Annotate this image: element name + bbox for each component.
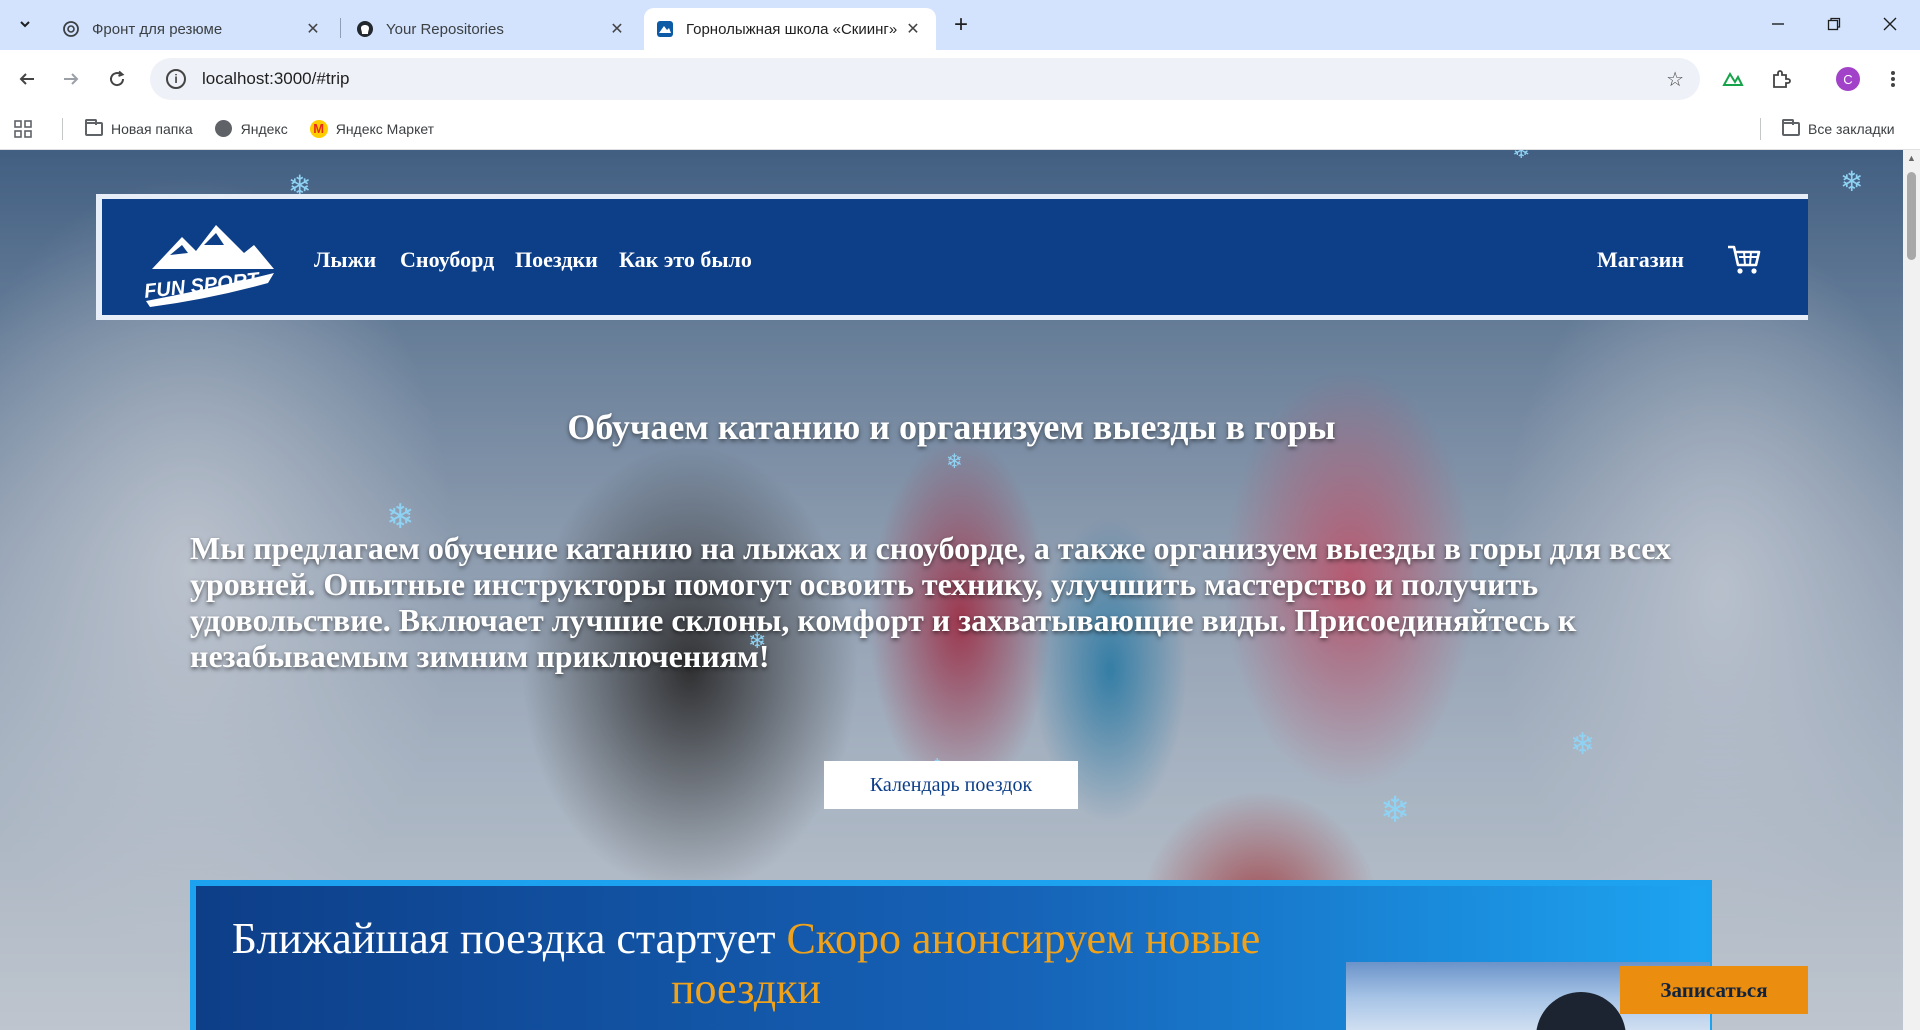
chevron-down-icon <box>20 21 30 28</box>
close-icon <box>1883 17 1897 31</box>
bookmark-yandex[interactable]: Яндекс <box>215 120 288 137</box>
next-trip-card: Ближайшая поездка стартует Скоро анонсир… <box>190 880 1712 1030</box>
apps-icon[interactable] <box>14 119 32 138</box>
bookmarks-separator <box>1760 118 1761 140</box>
snowflake-icon: ❄ <box>1512 150 1531 163</box>
site-info-icon[interactable]: i <box>166 69 186 89</box>
snowflake-icon: ❄ <box>386 498 415 536</box>
page-scrollbar[interactable]: ▲ <box>1903 150 1920 1030</box>
bookmark-label: Яндекс <box>240 120 288 137</box>
helmet-figure <box>1536 992 1626 1030</box>
restore-button[interactable] <box>1806 0 1862 48</box>
reload-icon <box>110 70 125 87</box>
all-bookmarks-label: Все закладки <box>1808 120 1895 137</box>
new-tab-button[interactable]: + <box>946 10 976 40</box>
openai-icon <box>62 20 80 38</box>
next-trip-heading: Ближайшая поездка стартует Скоро анонсир… <box>226 914 1266 1014</box>
browser-toolbar: i localhost:3000/#trip ☆ C <box>0 50 1920 108</box>
tab-search-button[interactable] <box>10 9 40 39</box>
address-bar[interactable]: i localhost:3000/#trip ☆ <box>150 58 1700 100</box>
forward-button[interactable] <box>56 64 86 94</box>
puzzle-icon <box>1773 70 1791 88</box>
trip-calendar-button[interactable]: Календарь поездок <box>824 761 1078 809</box>
vpn-extension-icon <box>1722 72 1744 86</box>
snowflake-icon: ❄ <box>946 451 963 473</box>
minimize-icon <box>1772 23 1784 25</box>
close-tab-icon[interactable]: ✕ <box>302 18 324 40</box>
bookmark-label: Яндекс Маркет <box>335 120 435 137</box>
back-button[interactable] <box>12 64 42 94</box>
folder-icon <box>1782 118 1800 137</box>
tab-repositories[interactable]: Your Repositories ✕ <box>344 8 640 50</box>
hero-title: Обучаем катанию и организуем выезды в го… <box>567 407 1336 447</box>
bookmark-star-icon[interactable]: ☆ <box>1666 67 1684 92</box>
shopping-cart-icon[interactable] <box>1726 241 1762 277</box>
nav-link-ski[interactable]: Лыжи <box>314 247 376 273</box>
tab-resume[interactable]: Фронт для резюме ✕ <box>50 8 336 50</box>
tab-title: Your Repositories <box>386 20 504 38</box>
profile-avatar[interactable]: C <box>1836 67 1860 91</box>
next-trip-label: Ближайшая поездка стартует <box>231 914 776 963</box>
scrollbar-thumb[interactable] <box>1907 172 1916 260</box>
close-tab-icon[interactable]: ✕ <box>606 18 628 40</box>
restore-icon <box>1827 17 1841 31</box>
tab-title: Горнолыжная школа «Скиинг» <box>686 20 898 38</box>
nav-link-trips[interactable]: Поездки <box>515 247 598 273</box>
fun-sport-logo[interactable]: FUN SPORT <box>140 211 280 311</box>
nav-link-gallery[interactable]: Как это было <box>619 247 752 273</box>
hero-description: Мы предлагаем обучение катанию на лыжах … <box>190 530 1671 674</box>
nav-link-shop[interactable]: Магазин <box>1597 247 1684 273</box>
snowflake-icon: ❄ <box>1380 789 1411 830</box>
arrow-left-icon <box>19 73 34 85</box>
github-icon <box>356 20 374 38</box>
bookmarks-separator <box>62 117 63 140</box>
bookmark-new-folder[interactable]: Новая папка <box>85 118 193 137</box>
bookmarks-bar: Новая папка Яндекс M Яндекс Маркет Все з… <box>0 108 1920 150</box>
globe-icon <box>215 120 233 137</box>
page-viewport: ❄ ❄ ❄ ❄ ❄ ❄ ❄ ❄ ❄ ❄ FUN SPORT Лыжи Сноуб… <box>0 150 1903 1030</box>
tab-separator <box>340 18 341 38</box>
bookmark-yandex-market[interactable]: M Яндекс Маркет <box>309 119 435 138</box>
scroll-up-arrow-icon[interactable]: ▲ <box>1903 150 1920 166</box>
browser-menu-button[interactable] <box>1878 64 1908 94</box>
extensions-menu-button[interactable] <box>1766 64 1796 94</box>
site-favicon-icon <box>656 20 674 38</box>
yandex-market-icon: M <box>309 119 328 138</box>
arrow-right-icon <box>64 73 79 85</box>
close-window-button[interactable] <box>1862 0 1918 48</box>
folder-icon <box>85 118 103 137</box>
logo-mountains-icon: FUN SPORT <box>143 225 274 307</box>
close-tab-icon[interactable]: ✕ <box>902 18 924 40</box>
site-header: FUN SPORT Лыжи Сноуборд Поездки Как это … <box>96 194 1808 320</box>
extension-button[interactable] <box>1718 64 1748 94</box>
more-vert-icon <box>1891 71 1895 87</box>
snowflake-icon: ❄ <box>1570 728 1596 761</box>
reload-button[interactable] <box>102 64 132 94</box>
minimize-button[interactable] <box>1750 0 1806 48</box>
tab-ski-school[interactable]: Горнолыжная школа «Скиинг» ✕ <box>644 8 936 50</box>
nav-link-snowboard[interactable]: Сноуборд <box>400 247 494 273</box>
tab-strip: Фронт для резюме ✕ Your Repositories ✕ Г… <box>0 0 1920 50</box>
tab-title: Фронт для резюме <box>92 20 223 38</box>
all-bookmarks[interactable]: Все закладки <box>1782 118 1895 137</box>
bookmark-label: Новая папка <box>111 120 193 137</box>
snowflake-icon: ❄ <box>1840 166 1864 197</box>
url-text[interactable]: localhost:3000/#trip <box>202 69 349 89</box>
signup-button[interactable]: Записаться <box>1620 966 1808 1014</box>
